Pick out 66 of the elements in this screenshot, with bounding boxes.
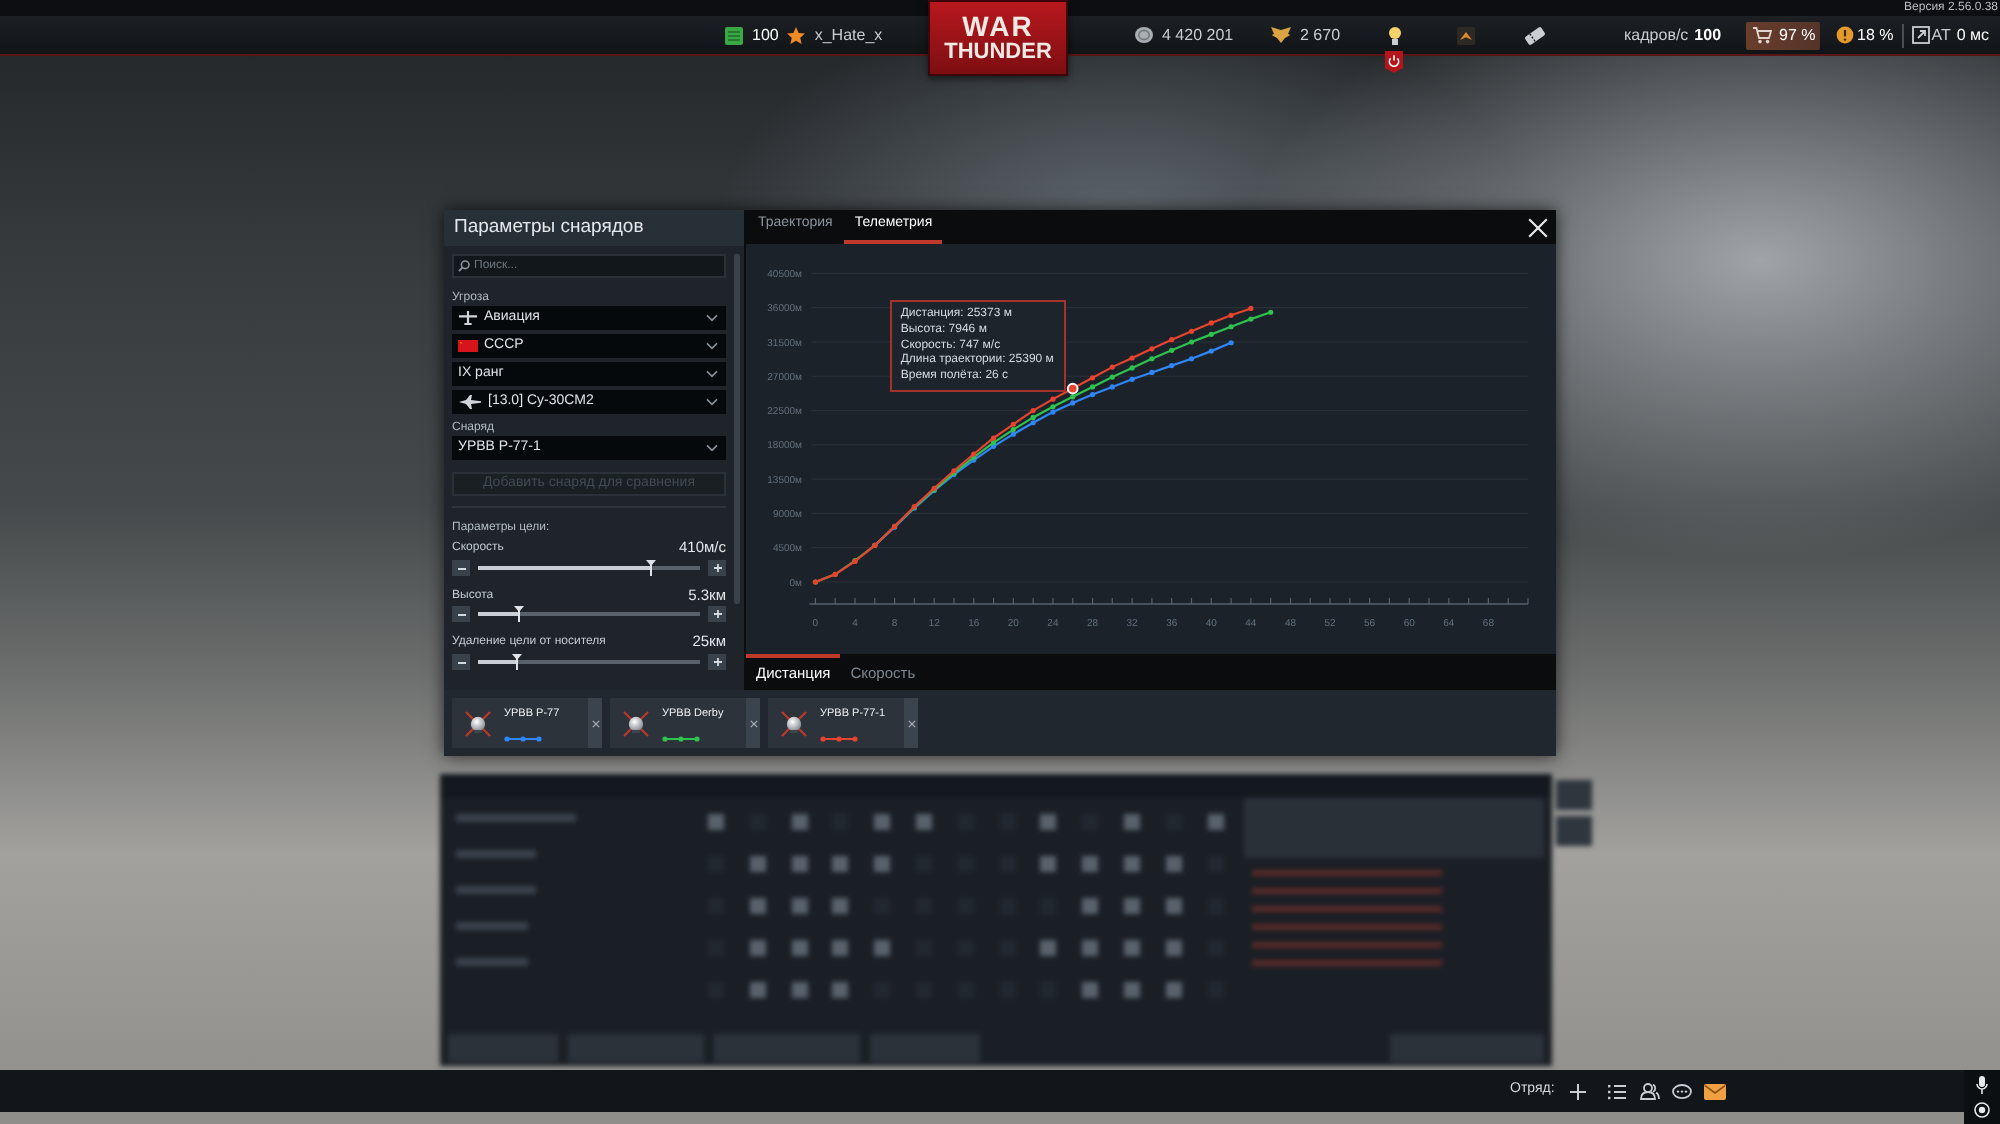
chevron-down-icon xyxy=(706,398,718,406)
crossed-sphere-icon xyxy=(780,709,808,737)
game-logo[interactable]: WAR THUNDER xyxy=(928,0,1068,76)
minus-button[interactable] xyxy=(452,560,470,577)
target-icon[interactable] xyxy=(1974,1102,1990,1118)
nickname-text: x_Hate_x xyxy=(814,25,883,45)
lightbulb-icon[interactable] xyxy=(1388,25,1402,45)
slider-thumb[interactable] xyxy=(514,606,525,623)
highlight-marker-icon xyxy=(1066,382,1079,395)
square-emblem-icon xyxy=(724,25,744,45)
fps-label: кадров/с xyxy=(1624,25,1689,45)
plus-icon[interactable] xyxy=(1570,1083,1587,1099)
shop-button[interactable]: 97 % xyxy=(1745,21,1820,49)
crossed-sphere-icon xyxy=(464,709,492,737)
list-icon[interactable] xyxy=(1608,1083,1627,1099)
plus-button[interactable] xyxy=(708,606,726,623)
logo-text: THUNDER xyxy=(944,40,1052,64)
logo-text: WAR xyxy=(962,12,1034,40)
crossed-sphere-icon xyxy=(622,709,650,737)
minus-icon xyxy=(457,613,465,616)
chevron-down-icon xyxy=(706,444,718,452)
jet-icon xyxy=(458,394,482,410)
close-icon xyxy=(591,719,599,727)
microphone-icon[interactable] xyxy=(1976,1076,1988,1094)
chat-icon[interactable] xyxy=(1672,1083,1693,1099)
minus-button[interactable] xyxy=(452,606,470,623)
eagles-balance-text: 2 670 xyxy=(1300,25,1341,45)
slider-thumb[interactable] xyxy=(645,560,656,577)
minus-button[interactable] xyxy=(452,654,470,671)
chevron-down-icon xyxy=(706,370,718,378)
cart-icon xyxy=(1751,26,1772,44)
fps-value: 100 xyxy=(1694,25,1722,45)
lions-balance-text: 4 420 201 xyxy=(1162,25,1234,45)
power-icon[interactable] xyxy=(1384,50,1404,74)
plus-button[interactable] xyxy=(708,654,726,671)
minus-icon xyxy=(457,661,465,664)
close-button[interactable] xyxy=(1526,216,1550,240)
close-icon xyxy=(907,719,915,727)
square-arrow-icon xyxy=(1911,26,1930,44)
ping-label: АТ xyxy=(1931,25,1951,45)
plane-icon xyxy=(458,310,478,326)
scrollbar[interactable] xyxy=(734,254,740,604)
plus-icon xyxy=(713,658,721,667)
plus-icon xyxy=(713,564,721,573)
alert-circle-icon xyxy=(1835,26,1854,44)
coin-icon xyxy=(1134,26,1154,44)
close-icon xyxy=(749,719,757,727)
flag-icon xyxy=(458,340,478,352)
research-bonus-text: 18 % xyxy=(1857,25,1894,45)
minus-icon xyxy=(457,567,465,570)
chevron-badge-icon[interactable] xyxy=(1456,25,1476,45)
mail-icon[interactable] xyxy=(1704,1083,1727,1099)
panel-title: Параметры снарядов xyxy=(444,210,744,246)
people-icon[interactable] xyxy=(1640,1082,1661,1100)
slider-thumb[interactable] xyxy=(511,654,522,671)
wings-icon xyxy=(1270,26,1292,44)
search-icon xyxy=(458,260,470,272)
close-icon xyxy=(1528,218,1548,238)
plus-icon xyxy=(713,610,721,619)
emblem-value-text: 100 xyxy=(752,25,779,45)
plus-button[interactable] xyxy=(708,560,726,577)
chevron-down-icon xyxy=(706,314,718,322)
star-icon xyxy=(786,25,807,45)
ticket-icon[interactable] xyxy=(1524,25,1546,45)
ping-value: 0 мс xyxy=(1956,25,1990,45)
chevron-down-icon xyxy=(706,342,718,350)
